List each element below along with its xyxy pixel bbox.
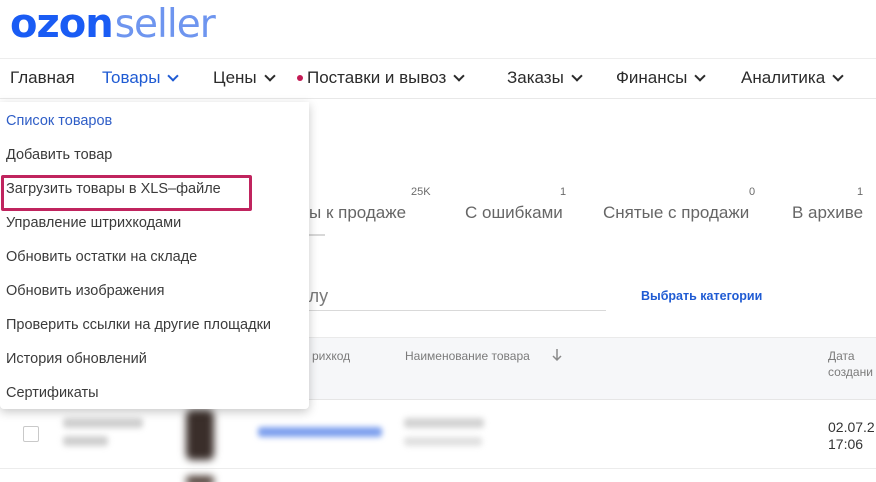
tab-label: вы к продаже (300, 203, 407, 222)
column-header-name[interactable]: Наименование товара (405, 349, 530, 363)
notification-dot (297, 75, 303, 81)
nav-label: Поставки и вывоз (307, 68, 447, 87)
menu-item-add-product[interactable]: Добавить товар (6, 147, 112, 163)
logo-suffix: seller (114, 1, 216, 47)
nav-item-products[interactable]: Товары (102, 68, 180, 88)
tab-count: 0 (749, 186, 756, 198)
product-thumbnail[interactable] (186, 476, 214, 482)
logo-brand: ozon (10, 1, 114, 47)
chevron-down-icon (571, 69, 583, 82)
column-header-barcode[interactable]: рихкод (312, 349, 350, 363)
product-thumbnail[interactable] (186, 410, 214, 460)
nav-label: Аналитика (741, 68, 826, 87)
highlight-annotation-box (1, 175, 252, 211)
chevron-down-icon (453, 69, 465, 82)
tab-count: 1 (857, 186, 864, 198)
row-date: 02.07.2 17:06 (828, 419, 875, 453)
tab-count: 1 (560, 186, 567, 198)
nav-item-supplies[interactable]: Поставки и вывоз (297, 68, 465, 88)
search-underline (290, 310, 606, 311)
chevron-down-icon (263, 69, 276, 82)
menu-item-update-stock[interactable]: Обновить остатки на складе (6, 249, 197, 265)
blurred-product-name (404, 418, 484, 428)
chevron-down-icon (832, 69, 844, 82)
menu-item-update-history[interactable]: История обновлений (6, 351, 147, 367)
table-row[interactable] (0, 400, 876, 468)
tab-count: 25K (411, 186, 431, 198)
nav-label: Главная (10, 68, 75, 87)
top-navigation: Главная Товары Цены Поставки и вывоз Зак… (0, 58, 876, 99)
nav-item-orders[interactable]: Заказы (507, 68, 583, 88)
nav-item-finance[interactable]: Финансы (616, 68, 707, 88)
column-header-date[interactable]: Дата (828, 349, 855, 363)
sort-arrow-icon[interactable] (551, 348, 563, 362)
blurred-product-link[interactable] (258, 427, 382, 437)
nav-label: Финансы (616, 68, 688, 87)
table-row[interactable] (0, 468, 876, 482)
nav-label: Цены (213, 68, 257, 87)
column-header-date-line2: создани (828, 365, 873, 379)
row-checkbox[interactable] (23, 426, 39, 442)
blurred-article (63, 418, 143, 428)
choose-categories-link[interactable]: Выбрать категории (641, 289, 762, 303)
nav-label: Заказы (507, 68, 564, 87)
menu-item-certificates[interactable]: Сертификаты (6, 385, 99, 401)
row-date-day: 02.07.2 (828, 419, 875, 435)
blurred-product-subtitle (404, 437, 482, 446)
nav-item-prices[interactable]: Цены (213, 68, 276, 88)
menu-item-barcodes[interactable]: Управление штрихкодами (6, 215, 181, 231)
blurred-article-line2 (63, 436, 108, 446)
menu-item-check-links[interactable]: Проверить ссылки на другие площадки (6, 317, 271, 333)
tab-label: В архиве (792, 203, 864, 222)
menu-item-update-images[interactable]: Обновить изображения (6, 283, 165, 299)
menu-item-product-list[interactable]: Список товаров (6, 113, 112, 129)
chevron-down-icon (694, 69, 707, 82)
tab-label: Снятые с продажи (603, 203, 750, 222)
row-date-time: 17:06 (828, 436, 864, 452)
chevron-down-icon (167, 69, 180, 82)
nav-item-home[interactable]: Главная (10, 68, 75, 88)
ozon-seller-logo[interactable]: ozon seller (10, 0, 216, 48)
tab-label: С ошибками (465, 203, 563, 222)
nav-item-analytics[interactable]: Аналитика (741, 68, 844, 88)
nav-label: Товары (102, 68, 161, 87)
products-dropdown-menu: Список товаров Добавить товар Загрузить … (0, 102, 309, 409)
